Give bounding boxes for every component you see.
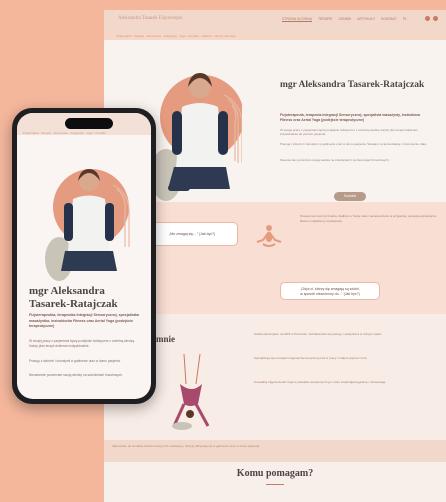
menu-item-language[interactable]: PL [403, 17, 407, 22]
komu-pomagam-heading: Komu pomagam? [236, 468, 314, 479]
desktop-navbar: Aleksandra Tasarek Fizjoterapia STRONA G… [104, 10, 446, 32]
menu-item-artykuly[interactable]: ARTYKUŁY [357, 17, 375, 22]
phone-notch [65, 118, 113, 129]
phone-paragraph-2: Pracuję z dziećmi i dorosłymi w gabineci… [29, 359, 121, 363]
phone-mockup: Fizjoterapia · Terapia · Sensoryka · Int… [12, 108, 156, 404]
facebook-icon[interactable] [425, 16, 430, 21]
quote-right-line-2: w sposób niezmienny do...” (Jak być?) [300, 292, 360, 296]
heading-underline [266, 484, 284, 485]
hero-subtitle: Fizjoterapeuta, terapeuta Integracji Sen… [280, 113, 420, 122]
phone-hero-title: mgr Aleksandra Tasarek-Ratajczak [29, 285, 118, 310]
about-paragraph-1: Studia ukończyłam na AWF w Poznaniu. Od … [254, 332, 383, 336]
hero-title: mgr Aleksandra Tasarek-Ratajczak [280, 80, 425, 90]
social-icons [425, 16, 438, 21]
meditation-icon [256, 225, 282, 247]
info-strip: Zapraszam do kontaktu telefonicznego lub… [104, 440, 446, 462]
instagram-icon[interactable] [433, 16, 438, 21]
about-paragraph-2: Specjalizuję się w terapii Integracji Se… [254, 356, 368, 360]
quote-card-right: „Gdyż ci, którzy się zmagają są zdolni, … [280, 282, 380, 300]
menu-item-home[interactable]: STRONA GŁÓWNA [282, 17, 312, 22]
contact-button[interactable]: Kontakt [334, 192, 366, 201]
hero-paragraph-3: Nieustannie poszerzam swoją wiedzę na sz… [280, 158, 390, 162]
menu-item-cennik[interactable]: CENNIK [338, 17, 351, 22]
phone-screen: Fizjoterapia · Terapia · Sensoryka · Int… [17, 113, 151, 399]
phone-paragraph-3: Nieustannie poszerzam swoją wiedzę na sz… [29, 373, 123, 377]
phone-subnav-strip: Fizjoterapia · Terapia · Sensoryka · Int… [23, 131, 106, 135]
phone-hero-subtitle: Fizjoterapeutka, terapeutka Integracji S… [29, 313, 140, 328]
menu-item-terapie[interactable]: TERAPIE [318, 17, 333, 22]
hero-paragraph-2: Pracuję z dziećmi i dorosłymi w gabineci… [280, 142, 427, 146]
phone-paragraph-1: W swojej pracy z pacjentami łączę podejś… [29, 339, 135, 348]
desktop-menu: STRONA GŁÓWNA TERAPIE CENNIK ARTYKUŁY KO… [282, 17, 407, 22]
menu-item-kontakt[interactable]: KONTAKT [381, 17, 397, 22]
about-paragraph-3: Prowadzę zajęcia Aerial Yoga w podejściu… [254, 380, 387, 384]
site-logo[interactable]: Aleksandra Tasarek Fizjoterapia [118, 16, 183, 21]
aerial-yoga-illustration [172, 354, 210, 430]
portrait-photo [152, 73, 242, 201]
hero-paragraph-1: W swojej pracy z pacjentami łączę podejś… [280, 128, 418, 137]
band-text: Terapia nie musi być trudna. Zadbam o Tw… [300, 214, 438, 223]
phone-portrait-photo [45, 169, 130, 281]
quote-card-left: „Nie zmagaj się... ” (Jak być?) [146, 222, 238, 246]
desktop-subnav-strip: Fizjoterapia · Terapia · Sensoryka · Int… [104, 32, 446, 40]
about-heading: mnie [156, 334, 175, 344]
